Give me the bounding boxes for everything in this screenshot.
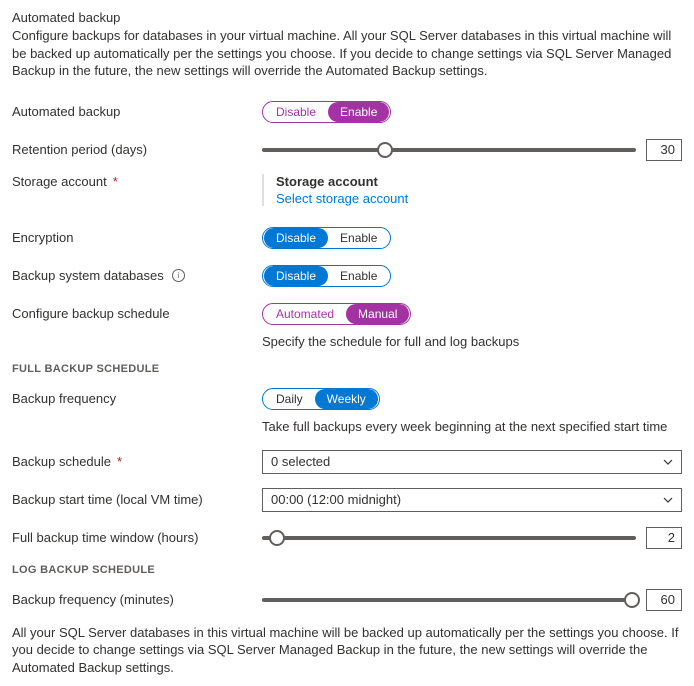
page-title: Automated backup <box>12 10 682 25</box>
backup-sysdb-disable[interactable]: Disable <box>264 266 328 286</box>
backup-frequency-toggle[interactable]: Daily Weekly <box>262 388 380 410</box>
configure-schedule-toggle[interactable]: Automated Manual <box>262 303 411 325</box>
encryption-disable[interactable]: Disable <box>264 228 328 248</box>
encryption-toggle[interactable]: Disable Enable <box>262 227 391 249</box>
required-indicator: * <box>117 454 122 469</box>
footer-text: All your SQL Server databases in this vi… <box>12 624 682 677</box>
backup-schedule-value: 0 selected <box>271 454 330 469</box>
frequency-weekly[interactable]: Weekly <box>315 389 378 409</box>
info-icon[interactable]: i <box>172 269 185 282</box>
backup-sysdb-enable[interactable]: Enable <box>328 266 389 286</box>
retention-slider-thumb[interactable] <box>377 142 393 158</box>
backup-sysdb-toggle[interactable]: Disable Enable <box>262 265 391 287</box>
backup-schedule-label: Backup schedule* <box>12 454 262 469</box>
chevron-down-icon <box>663 457 673 467</box>
backup-start-time-dropdown[interactable]: 00:00 (12:00 midnight) <box>262 488 682 512</box>
schedule-automated[interactable]: Automated <box>264 304 346 324</box>
backup-start-time-label: Backup start time (local VM time) <box>12 492 262 507</box>
automated-backup-enable[interactable]: Enable <box>328 102 389 122</box>
automated-backup-disable[interactable]: Disable <box>264 102 328 122</box>
configure-schedule-label: Configure backup schedule <box>12 306 262 321</box>
log-frequency-value[interactable]: 60 <box>646 589 682 611</box>
backup-window-slider[interactable] <box>262 529 636 547</box>
encryption-enable[interactable]: Enable <box>328 228 389 248</box>
frequency-daily[interactable]: Daily <box>264 389 315 409</box>
backup-frequency-label: Backup frequency <box>12 391 262 406</box>
retention-value[interactable]: 30 <box>646 139 682 161</box>
encryption-label: Encryption <box>12 230 262 245</box>
storage-account-label: Storage account* <box>12 174 262 189</box>
schedule-helper-text: Specify the schedule for full and log ba… <box>262 334 682 349</box>
full-backup-section-heading: FULL BACKUP SCHEDULE <box>12 363 682 375</box>
schedule-manual[interactable]: Manual <box>346 304 409 324</box>
automated-backup-toggle[interactable]: Disable Enable <box>262 101 391 123</box>
log-frequency-label: Backup frequency (minutes) <box>12 592 262 607</box>
backup-window-slider-thumb[interactable] <box>269 530 285 546</box>
select-storage-account-link[interactable]: Select storage account <box>276 191 408 206</box>
frequency-helper-text: Take full backups every week beginning a… <box>262 419 682 434</box>
log-frequency-slider[interactable] <box>262 591 636 609</box>
backup-schedule-dropdown[interactable]: 0 selected <box>262 450 682 474</box>
required-indicator: * <box>113 174 118 189</box>
retention-slider[interactable] <box>262 141 636 159</box>
retention-label: Retention period (days) <box>12 142 262 157</box>
storage-block-title: Storage account <box>276 174 408 189</box>
log-backup-section-heading: LOG BACKUP SCHEDULE <box>12 564 682 576</box>
chevron-down-icon <box>663 495 673 505</box>
page-description: Configure backups for databases in your … <box>12 27 682 80</box>
log-frequency-slider-thumb[interactable] <box>624 592 640 608</box>
backup-window-value[interactable]: 2 <box>646 527 682 549</box>
automated-backup-label: Automated backup <box>12 104 262 119</box>
backup-window-label: Full backup time window (hours) <box>12 530 262 545</box>
backup-start-time-value: 00:00 (12:00 midnight) <box>271 492 401 507</box>
backup-sysdb-label: Backup system databases i <box>12 268 262 283</box>
